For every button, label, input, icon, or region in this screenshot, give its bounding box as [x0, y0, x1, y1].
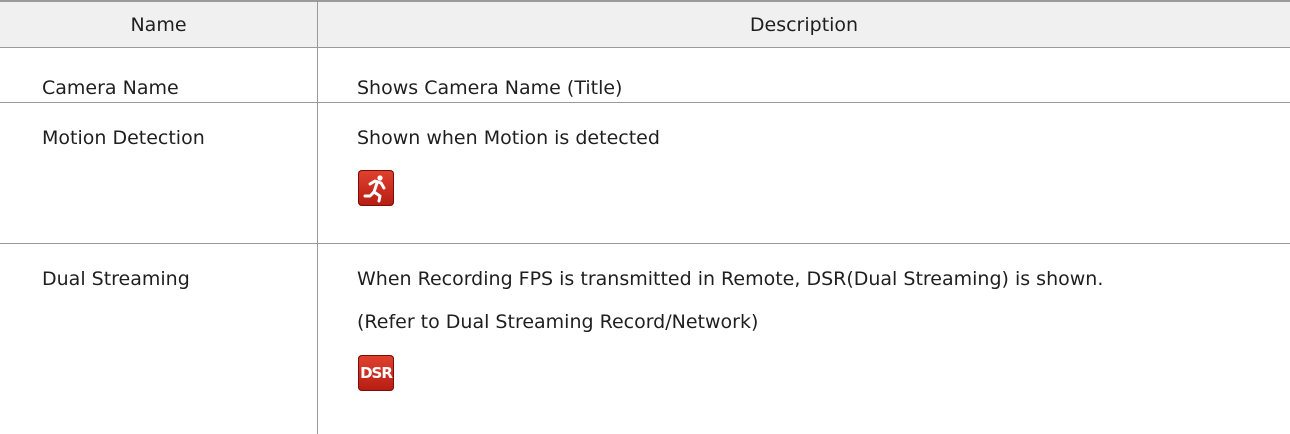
row-dual-streaming-description-line-2: (Refer to Dual Streaming Record/Network): [357, 311, 759, 333]
row-border: [0, 102, 1290, 103]
row-camera-name-description: Shows Camera Name (Title): [357, 77, 623, 99]
row-dual-streaming-description-line-1: When Recording FPS is transmitted in Rem…: [357, 268, 1104, 290]
header-name: Name: [130, 14, 187, 36]
table-header: Name Description: [0, 0, 1290, 48]
row-motion-detection-label: Motion Detection: [42, 127, 205, 149]
header-description: Description: [749, 14, 859, 36]
running-man-icon: [358, 170, 394, 206]
row-camera-name-label: Camera Name: [42, 77, 179, 99]
row-dual-streaming-label: Dual Streaming: [42, 268, 190, 290]
dsr-icon-text: DSR: [360, 364, 393, 382]
row-border: [0, 243, 1290, 244]
row-motion-detection-description: Shown when Motion is detected: [357, 127, 660, 149]
dsr-icon: DSR: [358, 355, 394, 391]
column-divider: [317, 0, 318, 434]
info-table: Name Description Camera Name Shows Camer…: [0, 0, 1290, 434]
